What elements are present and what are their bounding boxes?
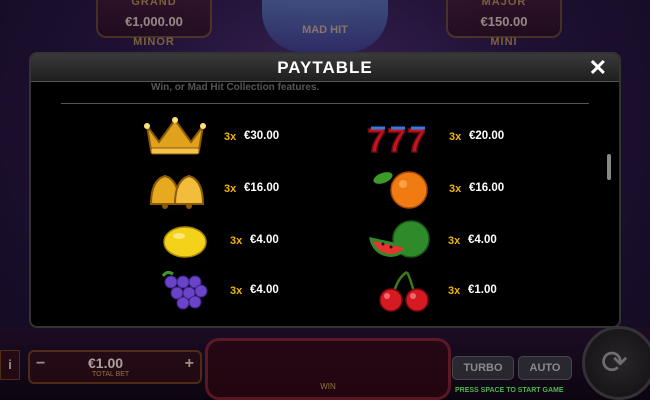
multiplier-grapes: 3x bbox=[230, 285, 243, 297]
payout-bells: €16.00 bbox=[244, 182, 280, 194]
bet-value: €1.00 bbox=[88, 355, 124, 371]
grapes-icon bbox=[149, 268, 221, 314]
jackpot-mini-label: MINI bbox=[490, 36, 518, 48]
game-logo: MAD HIT bbox=[262, 0, 388, 52]
lemon-icon bbox=[149, 218, 221, 264]
paytable-description: Win, or Mad Hit Collection features. bbox=[151, 82, 320, 93]
cherries-icon bbox=[367, 268, 439, 314]
jackpot-grand-label: GRAND bbox=[131, 0, 177, 8]
game-logo-text: MAD HIT bbox=[302, 24, 348, 36]
jackpot-minor-label: MINOR bbox=[133, 36, 175, 48]
payout-sevens: €20.00 bbox=[469, 130, 505, 142]
scrollbar[interactable] bbox=[607, 154, 611, 180]
modal-title: PAYTABLE bbox=[277, 58, 373, 77]
payout-grapes: €4.00 bbox=[250, 284, 279, 296]
spin-button[interactable]: ⟳ bbox=[582, 326, 650, 400]
sevens-icon: 777 bbox=[365, 114, 437, 161]
paytable-modal: PAYTABLE ✕ Win, or Mad Hit Collection fe… bbox=[29, 52, 621, 328]
multiplier-watermelon: 3x bbox=[448, 235, 461, 247]
close-icon[interactable]: ✕ bbox=[589, 54, 607, 81]
bet-increase-button[interactable]: + bbox=[185, 355, 194, 373]
multiplier-sevens: 3x bbox=[449, 131, 462, 143]
multiplier-bells: 3x bbox=[224, 183, 237, 195]
payout-cherries: €1.00 bbox=[468, 284, 497, 296]
payout-lemon: €4.00 bbox=[250, 234, 279, 246]
payout-crown: €30.00 bbox=[244, 130, 280, 142]
start-hint: PRESS SPACE TO START GAME bbox=[455, 387, 564, 394]
bet-decrease-button[interactable]: − bbox=[36, 355, 45, 373]
win-label: WIN bbox=[320, 382, 336, 391]
divider bbox=[61, 103, 589, 104]
multiplier-crown: 3x bbox=[224, 131, 237, 143]
turbo-button[interactable]: TURBO bbox=[452, 356, 514, 380]
watermelon-icon bbox=[365, 217, 437, 263]
orange-icon bbox=[367, 166, 439, 212]
bet-label: TOTAL BET bbox=[92, 371, 130, 378]
payout-orange: €16.00 bbox=[469, 182, 505, 194]
auto-button[interactable]: AUTO bbox=[518, 356, 572, 380]
jackpot-grand: GRAND €1,000.00 MINOR bbox=[96, 0, 212, 48]
jackpot-grand-value: €1,000.00 bbox=[125, 14, 183, 29]
bet-control: − €1.00 TOTAL BET + bbox=[28, 350, 202, 384]
multiplier-orange: 3x bbox=[449, 183, 462, 195]
payout-watermelon: €4.00 bbox=[468, 234, 497, 246]
jackpot-major-label: MAJOR bbox=[481, 0, 527, 8]
multiplier-cherries: 3x bbox=[448, 285, 461, 297]
multiplier-lemon: 3x bbox=[230, 235, 243, 247]
info-button[interactable]: i bbox=[0, 350, 20, 380]
win-display: WIN bbox=[205, 338, 451, 400]
spin-icon: ⟳ bbox=[601, 344, 628, 380]
modal-header: PAYTABLE ✕ bbox=[31, 54, 619, 82]
crown-icon bbox=[139, 112, 211, 158]
jackpot-major-value: €150.00 bbox=[480, 14, 528, 29]
jackpot-major: MAJOR €150.00 MINI bbox=[446, 0, 562, 48]
bells-icon bbox=[141, 166, 213, 212]
